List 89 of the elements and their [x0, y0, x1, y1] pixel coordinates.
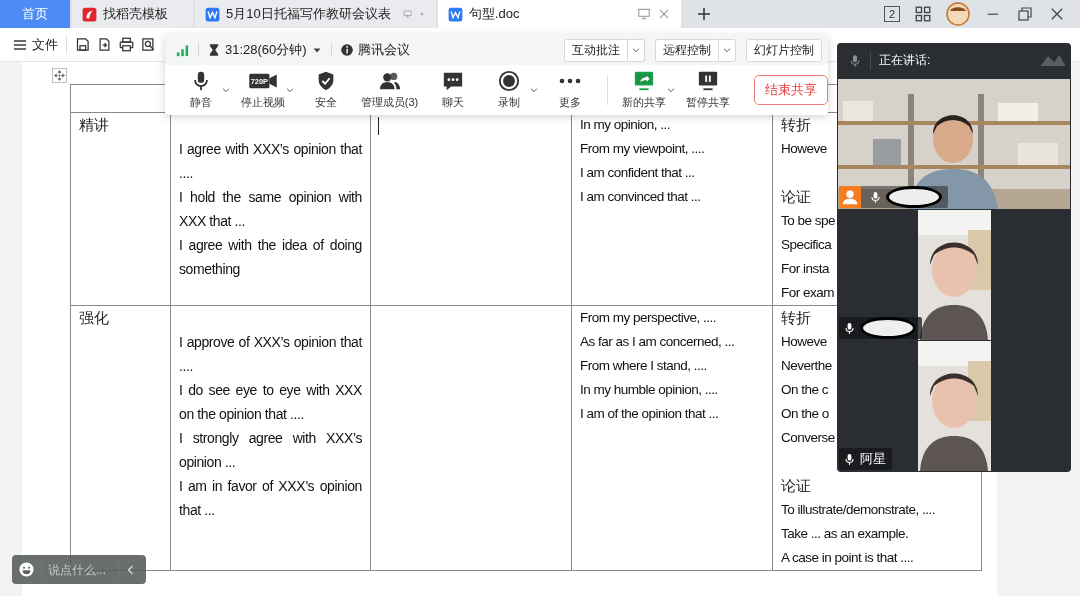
table-text: I strongly agree with XXX’s opinion ...	[179, 429, 362, 472]
chevron-icon	[722, 45, 732, 55]
move-handle-icon[interactable]	[52, 68, 67, 83]
table-text: Converse	[781, 429, 835, 447]
toolbar-button[interactable]: 安全	[307, 70, 344, 110]
table-text: Take ... as an example.	[781, 525, 909, 543]
toolbar-button[interactable]: 720P 停止视频	[243, 70, 284, 110]
speaking-label: 正在讲话:	[879, 52, 931, 69]
table-text: Howeve	[781, 140, 827, 158]
file-menu[interactable]: 文件	[12, 35, 58, 54]
chevron-icon	[529, 85, 539, 95]
toolbar-button[interactable]: 暂停共享	[688, 70, 729, 110]
chat-input[interactable]: 说点什么...	[48, 562, 112, 577]
tab[interactable]: 5月10日托福写作教研会议表	[195, 0, 436, 28]
toolbar-button[interactable]: 互动批注	[564, 38, 628, 62]
participant-name: 阿星	[860, 450, 886, 468]
table-text: Neverthe	[781, 357, 832, 375]
emoji-icon[interactable]	[18, 561, 35, 578]
table-text: I approve of XXX’s opinion that ....	[179, 333, 362, 376]
toolbar-button[interactable]: 更多	[551, 70, 588, 110]
table-text: I am of the opinion that ...	[580, 405, 719, 423]
chat-icon	[442, 70, 465, 92]
end-share-button[interactable]: 结束共享	[754, 75, 828, 105]
pause-icon	[697, 70, 720, 92]
chevron-icon	[665, 85, 676, 95]
new-tab-icon[interactable]	[695, 5, 713, 23]
table-text: From my perspective, ....	[580, 309, 717, 327]
meeting-info[interactable]: 腾讯会议	[339, 41, 410, 59]
microphone-icon	[843, 451, 856, 467]
table-text: I agree with the idea of doing something	[179, 236, 362, 279]
chevron-icon	[285, 85, 296, 95]
table-text: For insta	[781, 260, 830, 278]
export-icon[interactable]	[97, 37, 112, 52]
table-text: I do see eye to eye with XXX on the opinion that ....	[179, 381, 362, 424]
screen-share-icon	[633, 70, 656, 92]
table-text: I am convinced that ...	[580, 188, 701, 206]
people-icon	[378, 70, 401, 92]
table-text: For exam	[781, 284, 834, 302]
toolbar-button[interactable]: 新的共享	[624, 70, 664, 110]
table-text: Howeve	[781, 333, 827, 351]
docer-logo-icon	[82, 6, 97, 22]
section-heading: 转折	[781, 115, 811, 136]
table-text: As far as I am concerned, ...	[580, 333, 735, 351]
section-heading: 强化	[79, 308, 109, 329]
grid-icon[interactable]	[914, 5, 932, 23]
table-text: I am confident that ...	[580, 164, 695, 182]
toolbar-button[interactable]: 远程控制	[655, 38, 719, 62]
print-icon[interactable]	[119, 37, 134, 52]
table-text: On the o	[781, 405, 829, 423]
table-text: A case in point is that ....	[781, 549, 914, 567]
table-text: I am in favor of XXX’s opinion that ...	[179, 477, 362, 520]
section-heading: 精讲	[79, 115, 109, 136]
monitor-icon[interactable]	[637, 7, 651, 21]
record-icon	[498, 70, 520, 92]
meeting-timer[interactable]: 31:28(60分钟)	[207, 41, 323, 59]
table-text: I hold the same opinion with XXX that ...	[179, 188, 362, 231]
chevron-icon	[631, 45, 641, 55]
avatar-icon[interactable]	[946, 2, 970, 26]
toolbar-button[interactable]: 录制	[491, 70, 527, 110]
table-text: From where I stand, ....	[580, 357, 707, 375]
window-count[interactable]: 2	[883, 6, 900, 22]
table-text: I agree with XXX’s opinion that ....	[179, 140, 362, 183]
table-text: To be spe	[781, 212, 836, 230]
tab[interactable]: 句型.doc	[438, 0, 681, 28]
table-text: On the c	[781, 381, 829, 399]
document-logo-icon	[205, 6, 220, 22]
microphone-icon	[843, 320, 856, 336]
section-heading: 转折	[781, 308, 811, 329]
info-icon	[339, 43, 354, 57]
toolbar-button[interactable]: 幻灯片控制	[746, 38, 822, 62]
table-text: Specifica	[781, 236, 832, 254]
chevron-icon	[221, 85, 231, 95]
table-text: In my opinion, ...	[580, 116, 671, 134]
toolbar-button[interactable]: 聊天	[435, 70, 472, 110]
section-heading: 论证	[781, 187, 811, 208]
toolbar-button[interactable]: 静音	[183, 70, 219, 110]
document-logo-icon	[448, 6, 463, 22]
microphone-icon	[848, 52, 862, 69]
toolbar-button[interactable]: 管理成员(3)	[363, 70, 416, 110]
section-heading: 论证	[781, 476, 811, 497]
table-text: From my viewpoint, ....	[580, 140, 705, 158]
print-preview-icon[interactable]	[141, 37, 156, 52]
table-text: To illustrate/demonstrate, ....	[781, 501, 936, 519]
restore-icon[interactable]	[1016, 5, 1034, 23]
save-icon[interactable]	[75, 37, 90, 52]
hourglass-icon	[207, 43, 221, 57]
table-text: In my humble opinion, ....	[580, 381, 718, 399]
tab[interactable]: 找稻壳模板	[72, 0, 193, 28]
more-icon	[558, 78, 581, 84]
